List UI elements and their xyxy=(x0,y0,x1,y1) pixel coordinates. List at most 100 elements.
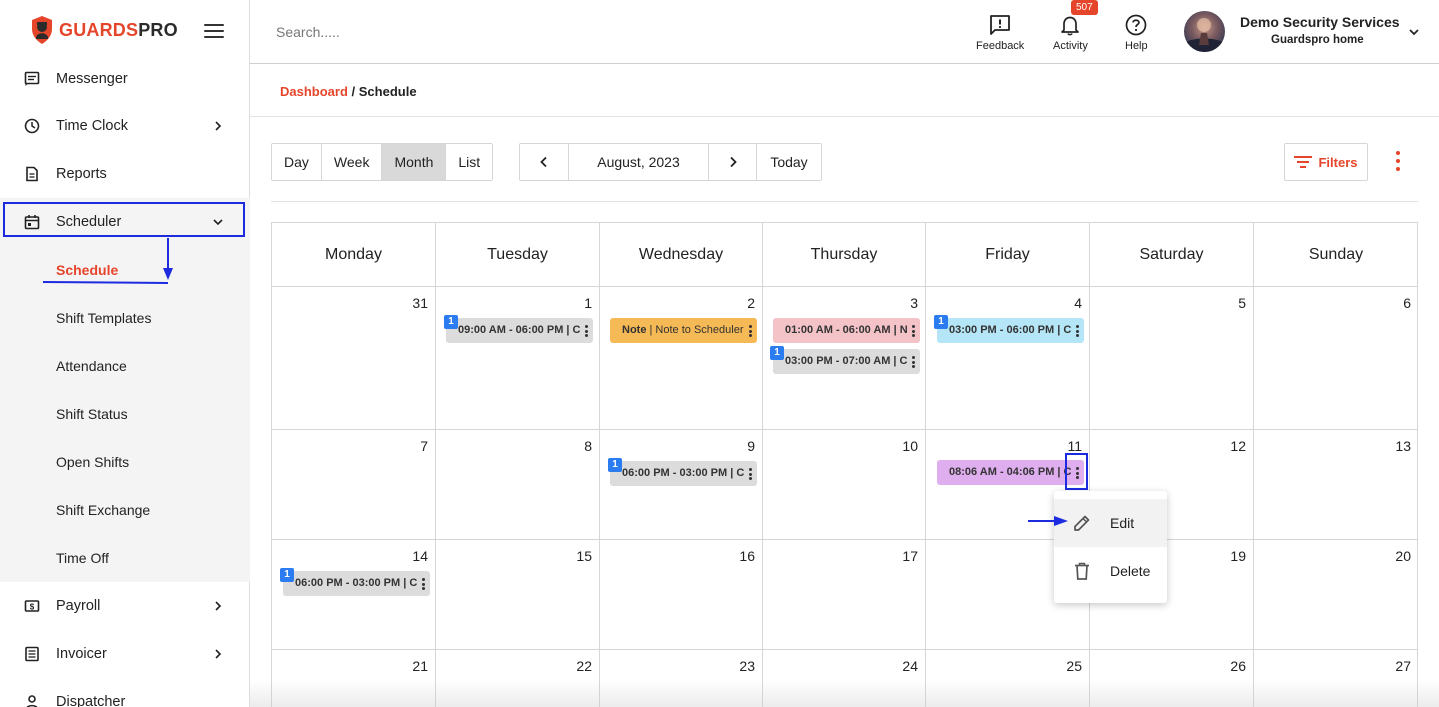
sidebar-item-dispatcher[interactable]: Dispatcher xyxy=(0,680,250,707)
day-number: 20 xyxy=(1395,548,1411,564)
app: GUARDSPRO Messenger Time Clock Reports S… xyxy=(0,0,1439,707)
shift-event[interactable]: 01:00 AM - 06:00 AM | N xyxy=(773,318,920,343)
delete-menu-item[interactable]: Delete xyxy=(1054,547,1167,595)
shift-event[interactable]: 03:00 PM - 06:00 PM | C xyxy=(937,318,1084,343)
next-period-button[interactable] xyxy=(709,144,757,180)
view-list-button[interactable]: List xyxy=(446,144,493,180)
calendar-day-cell[interactable]: 16 xyxy=(600,540,763,650)
event-menu-icon[interactable] xyxy=(422,578,425,590)
note-event-title: Note xyxy=(622,324,647,336)
brand-logo[interactable]: GUARDSPRO xyxy=(30,15,178,45)
shift-event[interactable]: 06:00 PM - 03:00 PM | C xyxy=(283,571,430,596)
calendar-day-cell[interactable]: 7 xyxy=(272,430,436,540)
breadcrumb-dashboard-link[interactable]: Dashboard xyxy=(280,84,348,99)
avatar[interactable] xyxy=(1184,11,1225,52)
calendar-day-cell[interactable]: 20 xyxy=(1254,540,1417,650)
event-menu-icon[interactable] xyxy=(1076,325,1079,337)
calendar-day-cell[interactable]: 26 xyxy=(1090,650,1254,707)
calendar-day-cell[interactable]: 13 xyxy=(1254,430,1417,540)
event-menu-icon[interactable] xyxy=(912,325,915,337)
day-number: 26 xyxy=(1230,658,1246,674)
calendar-day-cell[interactable]: 21 xyxy=(272,650,436,707)
day-number: 31 xyxy=(412,295,428,311)
calendar-day-cell[interactable]: 2 xyxy=(600,287,763,430)
day-number: 7 xyxy=(420,438,428,454)
view-month-button[interactable]: Month xyxy=(382,144,447,180)
calendar-day-cell[interactable]: 24 xyxy=(763,650,926,707)
submenu-item-time-off[interactable]: Time Off xyxy=(56,550,109,566)
shift-event[interactable]: 09:00 AM - 06:00 PM | C xyxy=(446,318,593,343)
edit-menu-item[interactable]: Edit xyxy=(1054,499,1167,547)
calendar-day-cell[interactable]: 17 xyxy=(763,540,926,650)
avatar-image xyxy=(1184,18,1225,52)
weekday-header: Tuesday xyxy=(436,223,600,287)
search-input[interactable] xyxy=(276,24,576,40)
sidebar-item-messenger[interactable]: Messenger xyxy=(0,57,250,101)
event-menu-icon[interactable] xyxy=(749,468,752,480)
activity-button[interactable]: 507 Activity xyxy=(1053,0,1098,52)
sidebar-item-time-clock[interactable]: Time Clock xyxy=(0,104,250,148)
day-number: 10 xyxy=(902,438,918,454)
calendar-day-cell[interactable]: 22 xyxy=(436,650,600,707)
event-count-badge: 1 xyxy=(934,315,948,329)
help-button[interactable]: Help xyxy=(1125,14,1148,52)
calendar-day-cell[interactable]: 27 xyxy=(1254,650,1417,707)
event-context-menu: Edit Delete xyxy=(1054,491,1167,603)
message-icon xyxy=(24,71,40,86)
hamburger-menu-icon[interactable] xyxy=(204,24,224,40)
calendar-day-cell[interactable]: 10 xyxy=(763,430,926,540)
view-week-button[interactable]: Week xyxy=(321,144,383,180)
user-company: Guardspro home xyxy=(1271,34,1364,46)
today-button[interactable]: Today xyxy=(757,144,821,180)
calendar-day-cell[interactable]: 1 xyxy=(436,287,600,430)
calendar-day-cell[interactable]: 6 xyxy=(1254,287,1417,430)
activity-label: Activity xyxy=(1053,40,1088,52)
note-event[interactable]: Note | Note to Scheduler xyxy=(610,318,757,343)
sidebar-item-label: Payroll xyxy=(56,598,101,614)
user-name[interactable]: Demo Security Services xyxy=(1240,14,1400,30)
calendar-day-cell[interactable]: 23 xyxy=(600,650,763,707)
help-label: Help xyxy=(1125,40,1148,52)
submenu-item-open-shifts[interactable]: Open Shifts xyxy=(56,454,129,470)
shift-event-selected[interactable]: 08:06 AM - 04:06 PM | C xyxy=(937,460,1084,485)
divider xyxy=(250,116,1439,117)
event-menu-icon[interactable] xyxy=(585,325,588,337)
sidebar-item-invoicer[interactable]: Invoicer xyxy=(0,632,250,676)
sidebar-item-payroll[interactable]: $ Payroll xyxy=(0,584,250,628)
period-navigator: August, 2023 Today xyxy=(519,143,822,181)
calendar-day-cell[interactable]: 5 xyxy=(1090,287,1254,430)
submenu-item-shift-templates[interactable]: Shift Templates xyxy=(56,310,151,326)
event-menu-icon[interactable] xyxy=(749,325,752,337)
sidebar-item-reports[interactable]: Reports xyxy=(0,152,250,196)
brand-name-part1: GUARDS xyxy=(59,19,139,40)
day-number: 6 xyxy=(1403,295,1411,311)
submenu-item-attendance[interactable]: Attendance xyxy=(56,358,127,374)
submenu-item-shift-exchange[interactable]: Shift Exchange xyxy=(56,502,150,518)
feedback-label: Feedback xyxy=(976,40,1025,52)
submenu-item-shift-status[interactable]: Shift Status xyxy=(56,406,128,422)
calendar-day-cell[interactable]: 4 xyxy=(926,287,1090,430)
more-options-icon[interactable] xyxy=(1394,151,1402,175)
shift-event-label: 01:00 AM - 06:00 AM | N xyxy=(785,324,908,336)
shift-event-label: 06:00 PM - 03:00 PM | C xyxy=(295,577,418,589)
breadcrumb-separator: / xyxy=(347,84,359,99)
svg-text:$: $ xyxy=(30,603,35,612)
brand-name: GUARDSPRO xyxy=(59,20,178,41)
filters-button[interactable]: Filters xyxy=(1284,143,1368,181)
calendar-day-cell[interactable]: 15 xyxy=(436,540,600,650)
shift-event[interactable]: 06:00 PM - 03:00 PM | C xyxy=(610,461,757,486)
weekday-header: Saturday xyxy=(1090,223,1254,287)
feedback-button[interactable]: Feedback xyxy=(976,14,1024,52)
previous-period-button[interactable] xyxy=(520,144,569,180)
calendar-day-cell[interactable]: 25 xyxy=(926,650,1090,707)
sidebar: GUARDSPRO Messenger Time Clock Reports S… xyxy=(0,0,250,707)
day-number: 2 xyxy=(747,295,755,311)
shift-event[interactable]: 03:00 PM - 07:00 AM | C xyxy=(773,349,920,374)
view-day-button[interactable]: Day xyxy=(272,144,322,180)
shift-event-label: 09:00 AM - 06:00 PM | C xyxy=(458,324,581,336)
calendar-day-cell[interactable]: 31 xyxy=(272,287,436,430)
event-menu-icon[interactable] xyxy=(912,356,915,368)
day-number: 21 xyxy=(412,658,428,674)
calendar-day-cell[interactable]: 8 xyxy=(436,430,600,540)
user-menu-chevron-down-icon[interactable] xyxy=(1408,26,1420,38)
